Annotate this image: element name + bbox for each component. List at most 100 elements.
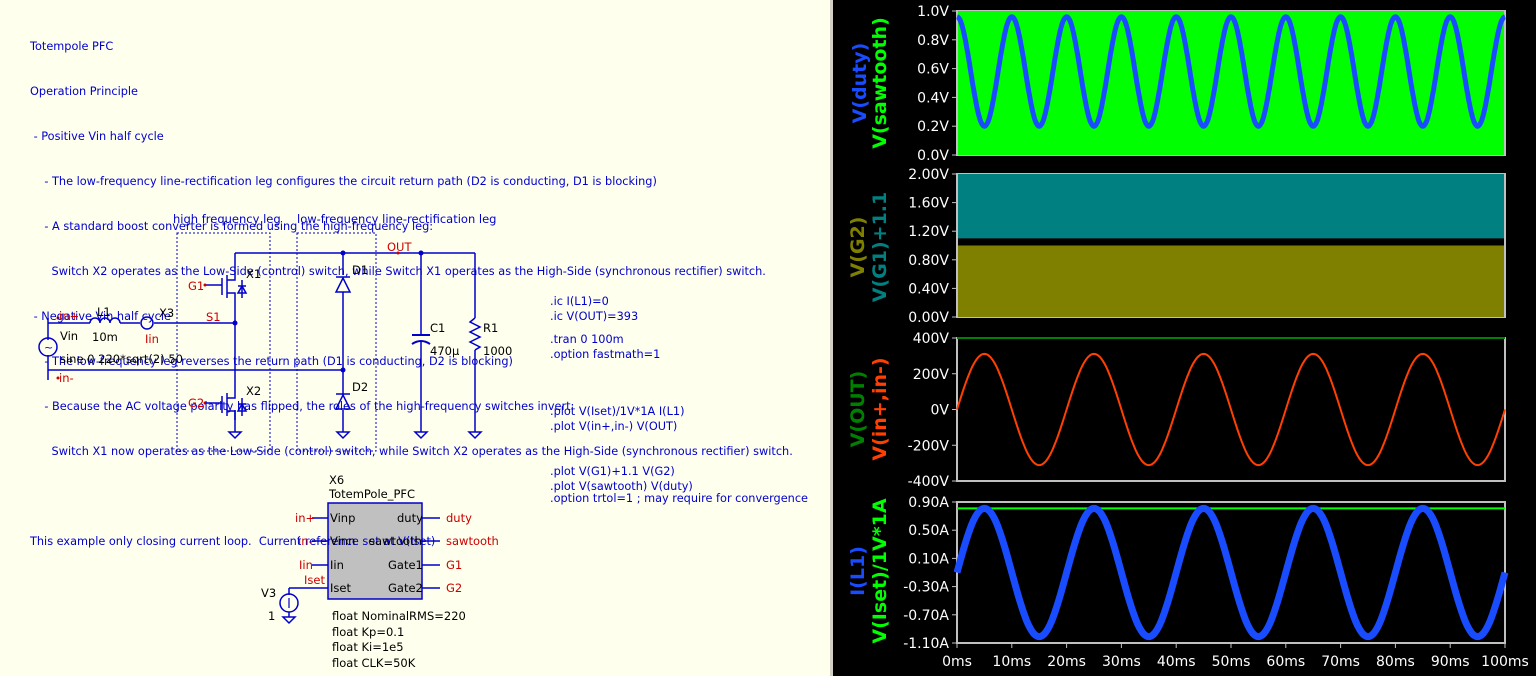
x-tick-label: 10ms [992, 654, 1031, 670]
d1-label[interactable]: D1 [352, 264, 368, 277]
waveform-plots[interactable]: 1.0V 0.8V 0.6V 0.4V 0.2V 0.0V 2.00V 1.60V 1.20V 0… [833, 0, 1536, 676]
x6-name[interactable]: TotemPole_PFC [329, 488, 415, 501]
net-g1-label[interactable]: G1 [188, 280, 204, 293]
y-tick-label: -200V [908, 438, 950, 454]
trace-label-vout: V(OUT) [847, 371, 869, 448]
x6-param[interactable]: float Kp=0.1 [332, 626, 404, 639]
series-sawtooth [958, 11, 1504, 155]
x6-pin-vinp: Vinp [330, 511, 356, 525]
d2-label[interactable]: D2 [352, 381, 368, 394]
net-g2-flag[interactable]: G2 [446, 582, 462, 595]
y-tick-label: 0.6V [917, 62, 949, 78]
y-tick-label: 1.0V [917, 4, 949, 20]
trace-label-g2: V(G2) [847, 217, 869, 278]
y-tick-label: 200V [913, 367, 950, 383]
note-line: - The low-frequency line-rectification l… [30, 175, 657, 188]
x6-param[interactable]: float NominalRMS=220 [332, 610, 466, 623]
y-tick-label: 0.2V [917, 119, 949, 135]
x2-label[interactable]: X2 [246, 385, 261, 398]
y-tick-label: 0.8V [917, 33, 949, 49]
y-tick-label: 0.10A [908, 551, 949, 567]
net-duty-flag[interactable]: duty [446, 512, 472, 525]
c1-label[interactable]: C1 [430, 322, 445, 335]
r1-label[interactable]: R1 [483, 322, 498, 335]
trace-label-vin: V(in+,in-) [869, 357, 891, 460]
y-tick-label: -1.10A [903, 636, 949, 652]
y-tick-label: 0.40V [908, 281, 949, 297]
y-tick-label: 0.00V [908, 310, 949, 326]
x6-pin-iset: Iset [330, 581, 351, 595]
x-tick-label: 50ms [1212, 654, 1251, 670]
x-tick-label: 90ms [1431, 654, 1470, 670]
net-sawtooth-flag[interactable]: sawtooth [446, 535, 499, 548]
x1-label[interactable]: X1 [246, 268, 261, 281]
v3-value[interactable]: 1 [268, 610, 275, 623]
note-line: - Negative Vin half cycle [30, 310, 171, 323]
trace-label-sawtooth: V(sawtooth) [869, 17, 891, 149]
net-s1-label[interactable]: S1 [206, 311, 221, 324]
series-g1 [958, 174, 1504, 239]
x-tick-label: 70ms [1321, 654, 1360, 670]
c1-value[interactable]: 470µ [430, 345, 459, 358]
waveform-viewer[interactable]: 1.0V 0.8V 0.6V 0.4V 0.2V 0.0V 2.00V 1.60V 1.20V 0… [833, 0, 1536, 676]
x6-param[interactable]: float Ki=1e5 [332, 641, 404, 654]
x6-pin-duty: duty [397, 511, 423, 525]
net-iset-flag[interactable]: Iset [304, 574, 325, 587]
y-tick-label: -0.70A [903, 608, 949, 624]
trace-label-duty: V(duty) [849, 43, 871, 124]
y-tick-label: 0.4V [917, 90, 949, 106]
x6-pin-iin: Iin [330, 558, 344, 572]
v3-label[interactable]: V3 [261, 587, 276, 600]
x6-param[interactable]: float CLK=50K [332, 657, 415, 670]
l1-label[interactable]: L1 [97, 306, 111, 319]
x6-pin-vinn: Vinn [330, 534, 356, 548]
x3-label[interactable]: X3 [159, 307, 174, 320]
y-tick-label: 0.80V [908, 253, 949, 269]
net-inn-label[interactable]: in- [59, 372, 74, 385]
y-tick-label: 0V [931, 403, 950, 419]
trace-label-il1: I(L1) [847, 546, 869, 596]
vin-value[interactable]: sine 0 220*sqrt(2) 50 [60, 353, 183, 366]
trace-label-g1: V(G1)+1.1 [869, 192, 891, 302]
y-tick-label: 1.60V [908, 196, 949, 212]
x-tick-label: 0ms [942, 654, 972, 670]
note-line: Switch X2 operates as the Low-Side (cont… [30, 265, 766, 278]
x-tick-label: 20ms [1047, 654, 1086, 670]
spice-directive-option[interactable]: .option trtol=1 ; may require for conver… [550, 461, 808, 536]
x-tick-label: 100ms [1481, 654, 1529, 670]
l1-value[interactable]: 10m [92, 331, 118, 344]
x-tick-label: 80ms [1376, 654, 1415, 670]
trace-label-iset: V(Iset)/1V*1A [869, 498, 891, 643]
x-tick-label: 30ms [1102, 654, 1141, 670]
y-tick-label: 2.00V [908, 167, 949, 183]
lf-leg-label: low-frequency line-rectification leg [297, 212, 497, 226]
y-tick-label: 0.0V [917, 148, 949, 164]
vin-label[interactable]: Vin [60, 330, 78, 343]
y-tick-label: 1.20V [908, 224, 949, 240]
y-tick-label: 400V [913, 331, 950, 347]
x6-pin-gate1: Gate1 [388, 558, 423, 572]
note-line: - Positive Vin half cycle [30, 130, 164, 143]
net-g1-flag[interactable]: G1 [446, 559, 462, 572]
y-tick-label: 0.90A [908, 495, 949, 511]
y-tick-label: 0.50A [908, 523, 949, 539]
schematic-editor[interactable]: ~ Totempole PFC Operation Principle - Po… [0, 0, 830, 676]
net-iin-flag[interactable]: Iin [299, 559, 313, 572]
net-inp-label[interactable]: in+ [59, 310, 79, 323]
y-tick-label: -0.30A [903, 580, 949, 596]
note-line: Operation Principle [30, 85, 138, 98]
net-iin-label[interactable]: Iin [145, 333, 159, 346]
x6-pin-sawtooth: sawtooth [369, 534, 422, 548]
x6-label[interactable]: X6 [329, 474, 344, 487]
x-tick-label: 60ms [1266, 654, 1305, 670]
net-g2-label[interactable]: G2 [188, 397, 204, 410]
x6-pin-gate2: Gate2 [388, 581, 423, 595]
net-out-label[interactable]: OUT [387, 241, 412, 254]
x-tick-label: 40ms [1157, 654, 1196, 670]
note-line: Totempole PFC [30, 40, 114, 53]
net-inp-flag[interactable]: in+ [295, 512, 315, 525]
r1-value[interactable]: 1000 [483, 345, 512, 358]
net-inn-flag[interactable]: in- [298, 535, 313, 548]
series-g2 [958, 245, 1504, 317]
y-tick-label: -400V [908, 474, 950, 490]
